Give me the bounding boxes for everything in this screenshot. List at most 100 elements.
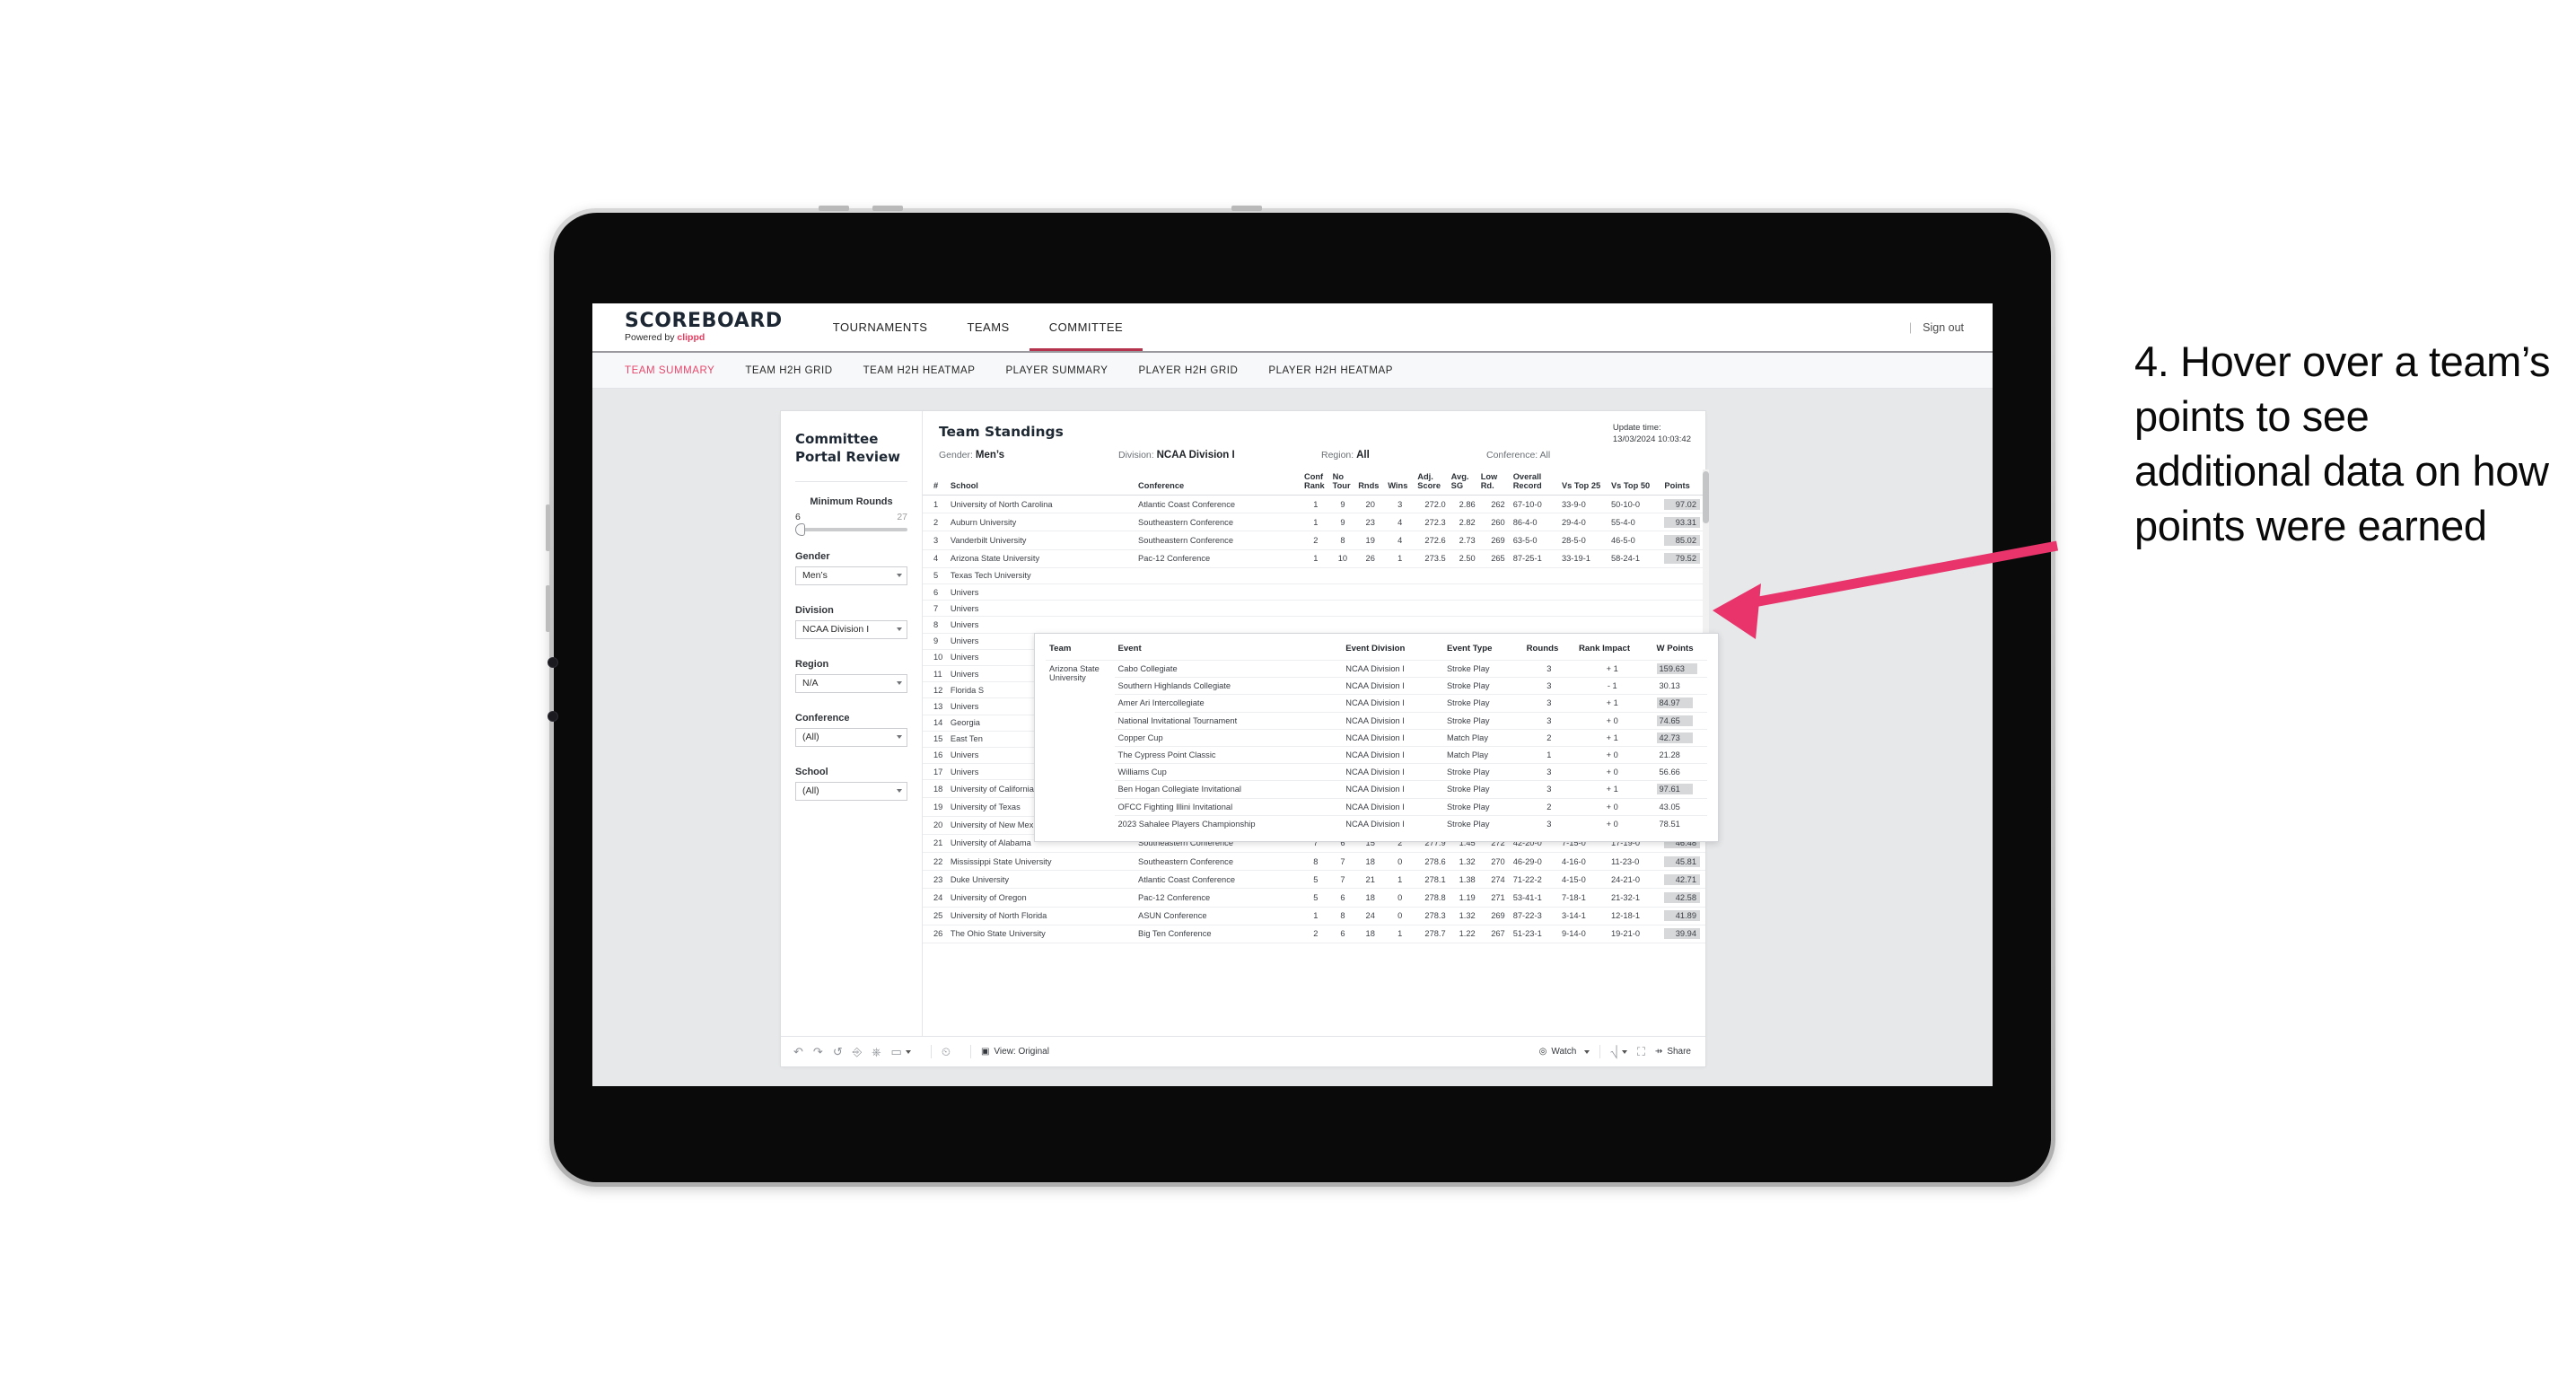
th-overall-record[interactable]: Overall Record <box>1507 469 1559 496</box>
th-wins[interactable]: Wins <box>1385 469 1415 496</box>
th-vs-top-25[interactable]: Vs Top 25 <box>1558 469 1608 496</box>
cell-vs-top-25: 4-16-0 <box>1558 852 1608 872</box>
watch-button[interactable]: ◎ Watch <box>1539 1047 1590 1057</box>
cell-conf-rank: 8 <box>1301 852 1330 872</box>
tab-player-h2h-heatmap[interactable]: PLAYER H2H HEATMAP <box>1268 365 1393 376</box>
cell-conference: Southeastern Conference <box>1135 852 1301 872</box>
tab-player-summary[interactable]: PLAYER SUMMARY <box>1005 365 1108 376</box>
th-conf-rank[interactable]: Conf Rank <box>1301 469 1330 496</box>
table-row[interactable]: 6 Univers <box>923 583 1705 601</box>
gender-label: Gender <box>795 550 830 562</box>
table-row[interactable]: 3 Vanderbilt University Southeastern Confe… <box>923 531 1705 550</box>
table-row[interactable]: 5 Texas Tech University <box>923 567 1705 585</box>
download-icon[interactable]: ⎷ <box>1610 1045 1627 1059</box>
tooltip-rank-impact: + 0 <box>1574 711 1650 730</box>
nav-tournaments[interactable]: TOURNAMENTS <box>813 303 948 351</box>
cell-points[interactable]: 93.31 <box>1661 513 1705 532</box>
points-value[interactable]: 39.94 <box>1664 928 1700 940</box>
points-value[interactable]: 97.02 <box>1664 498 1700 510</box>
table-row[interactable]: 24 University of Oregon Pac-12 Conference 5… <box>923 888 1705 908</box>
cell-adj-score <box>1415 567 1449 585</box>
tooltip-rank-impact: + 1 <box>1574 780 1650 798</box>
tooltip-event: The Cypress Point Classic <box>1114 745 1343 764</box>
cell-school: Univers <box>947 616 1136 634</box>
cell-low-rd: 265 <box>1477 549 1508 568</box>
th-conference[interactable]: Conference <box>1135 469 1301 496</box>
undo-icon[interactable]: ↶ <box>793 1045 803 1059</box>
th-no-tour[interactable]: No Tour <box>1329 469 1356 496</box>
cell-points[interactable]: 39.94 <box>1661 925 1705 943</box>
nav-teams[interactable]: TEAMS <box>947 303 1029 351</box>
th-school[interactable]: School <box>947 469 1136 496</box>
cell-points[interactable]: 42.58 <box>1661 888 1705 908</box>
cell-rank: 24 <box>923 888 948 908</box>
table-row[interactable]: 7 Univers <box>923 600 1705 618</box>
th-rnds[interactable]: Rnds <box>1355 469 1386 496</box>
tooltip-event: National Invitational Tournament <box>1114 711 1343 730</box>
cell-vs-top-25 <box>1558 583 1608 601</box>
table-scrollbar-thumb[interactable] <box>1703 471 1709 523</box>
cell-school: Auburn University <box>947 513 1136 532</box>
tab-team-h2h-grid[interactable]: TEAM H2H GRID <box>745 365 832 376</box>
gender-select[interactable]: Men’s <box>795 566 907 585</box>
th-points[interactable]: Points <box>1661 469 1705 496</box>
signout-link[interactable]: Sign out <box>1923 321 1964 334</box>
points-value[interactable]: 45.81 <box>1664 855 1700 867</box>
table-row[interactable]: 22 Mississippi State University Southeaste… <box>923 852 1705 872</box>
points-value[interactable]: 93.31 <box>1664 516 1700 528</box>
th-rank[interactable]: # <box>923 469 948 496</box>
conference-filter: Conference (All) <box>795 713 907 747</box>
region-select[interactable]: N/A <box>795 673 907 693</box>
tooltip-event: Amer Ari Intercollegiate <box>1114 694 1343 713</box>
view-selector[interactable]: ▣ View: Original <box>981 1047 1049 1057</box>
table-row[interactable]: 4 Arizona State University Pac-12 Conferen… <box>923 549 1705 568</box>
cell-conf-rank: 2 <box>1301 925 1330 943</box>
cell-points[interactable]: 97.02 <box>1661 495 1705 514</box>
th-vs-top-50[interactable]: Vs Top 50 <box>1608 469 1662 496</box>
share-button[interactable]: ⇸ Share <box>1655 1047 1691 1057</box>
points-value[interactable]: 41.89 <box>1664 910 1700 922</box>
shape-icon[interactable]: ▭ <box>891 1045 911 1059</box>
cell-wins: 3 <box>1385 495 1415 514</box>
redo-icon[interactable]: ↷ <box>813 1045 823 1059</box>
pause-updates-icon[interactable]: ⎈ <box>872 1045 881 1059</box>
minimum-rounds-slider[interactable] <box>795 522 907 536</box>
annotation-arrow <box>1713 540 2059 639</box>
tab-player-h2h-grid[interactable]: PLAYER H2H GRID <box>1138 365 1238 376</box>
history-icon[interactable]: ⏲ <box>942 1045 951 1059</box>
tab-team-summary[interactable]: TEAM SUMMARY <box>625 365 714 376</box>
fullscreen-icon[interactable]: ⛶ <box>1637 1045 1645 1059</box>
table-row[interactable]: 23 Duke University Atlantic Coast Conferen… <box>923 870 1705 890</box>
nav-committee[interactable]: COMMITTEE <box>1030 303 1143 351</box>
points-value[interactable]: 42.58 <box>1664 891 1700 903</box>
slider-handle[interactable] <box>795 522 805 536</box>
cell-low-rd: 262 <box>1477 495 1508 514</box>
table-row[interactable]: 1 University of North Carolina Atlantic Co… <box>923 495 1705 514</box>
table-row[interactable]: 25 University of North Florida ASUN Confer… <box>923 907 1705 925</box>
cell-conf-rank <box>1301 600 1330 618</box>
th-low-rd[interactable]: Low Rd. <box>1477 469 1508 496</box>
tab-team-h2h-heatmap[interactable]: TEAM H2H HEATMAP <box>863 365 976 376</box>
cell-wins: 4 <box>1385 513 1415 532</box>
conference-select[interactable]: (All) <box>795 727 907 747</box>
table-row[interactable]: 8 Univers <box>923 616 1705 634</box>
th-adj-score[interactable]: Adj. Score <box>1415 469 1449 496</box>
tooltip-w-points-value: 78.51 <box>1659 819 1680 829</box>
tooltip-rounds: 3 <box>1522 659 1575 678</box>
cell-no-tour: 9 <box>1329 495 1356 514</box>
revert-icon[interactable]: ↺ <box>833 1045 843 1059</box>
points-value[interactable]: 42.71 <box>1664 873 1700 885</box>
school-select[interactable]: (All) <box>795 781 907 801</box>
cell-no-tour <box>1329 616 1356 634</box>
table-row[interactable]: 26 The Ohio State University Big Ten Confe… <box>923 925 1705 943</box>
th-avg-sg[interactable]: Avg. SG <box>1448 469 1478 496</box>
refresh-data-icon[interactable]: ⎆ <box>853 1045 862 1059</box>
table-row[interactable]: 2 Auburn University Southeastern Conferenc… <box>923 513 1705 532</box>
cell-vs-top-25: 3-14-1 <box>1558 907 1608 925</box>
division-select[interactable]: NCAA Division I <box>795 619 907 639</box>
cell-points[interactable]: 42.71 <box>1661 870 1705 890</box>
cell-vs-top-50 <box>1608 567 1662 585</box>
cell-points[interactable]: 41.89 <box>1661 907 1705 925</box>
cell-points[interactable]: 45.81 <box>1661 852 1705 872</box>
cell-no-tour: 7 <box>1329 852 1356 872</box>
